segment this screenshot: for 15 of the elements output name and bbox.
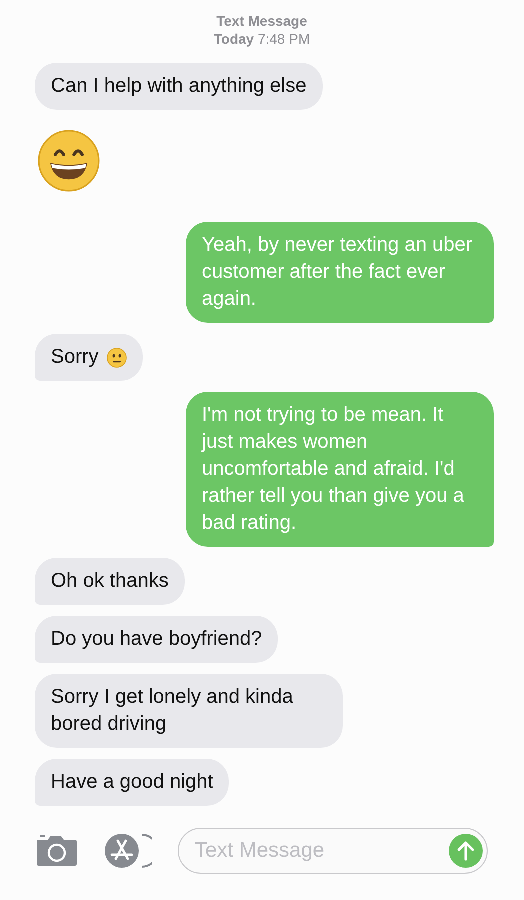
sent-message-bubble: I'm not trying to be mean. It just makes women uncomfortable and afraid. I'd rather tell you than give you a bad rating. [186,392,494,547]
message-input-field[interactable]: Text Message [178,828,488,874]
received-message-bubble: Do you have boyfriend? [35,616,278,663]
sent-message-bubble: Yeah, by never texting an uber customer after the fact ever again. [186,222,494,323]
neutral-face-icon [106,348,127,368]
received-message-bubble: Sorry [35,334,143,381]
app-store-icon[interactable] [104,833,152,869]
timestamp: Today 7:48 PM [212,30,312,48]
camera-icon[interactable] [36,835,78,867]
received-message-bubble: Have a good night [35,759,230,806]
received-message-bubble: Sorry I get lonely and kinda bored driving [35,674,343,748]
received-message-bubble: Oh ok thanks [35,558,185,605]
grinning-face-icon [38,130,100,192]
service-label: Text Message [216,12,308,30]
received-message-bubble: Can I help with anything else [35,63,323,110]
